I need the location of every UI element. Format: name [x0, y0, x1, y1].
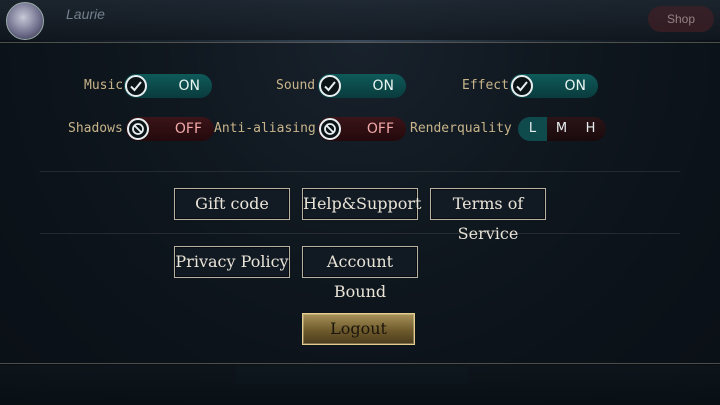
player-name: Laurie	[66, 6, 105, 22]
logout-button[interactable]: Logout	[302, 313, 415, 345]
gift-code-button[interactable]: Gift code	[174, 188, 290, 220]
privacy-policy-button[interactable]: Privacy Policy	[174, 246, 290, 278]
shadows-state: OFF	[174, 121, 202, 137]
effect-state: ON	[564, 78, 587, 94]
shop-button[interactable]: Shop	[648, 6, 714, 32]
divider	[40, 233, 680, 234]
check-icon	[125, 75, 147, 97]
top-bar	[0, 0, 720, 40]
music-state: ON	[178, 78, 201, 94]
quality-option-medium[interactable]: M	[547, 117, 576, 141]
quality-option-low[interactable]: L	[518, 117, 547, 141]
effect-label: Effect	[462, 78, 509, 93]
bottom-bar	[0, 365, 720, 405]
divider	[40, 171, 680, 172]
account-bound-button[interactable]: Account Bound	[302, 246, 418, 301]
render-quality-label: Renderquality	[410, 121, 512, 136]
effect-toggle[interactable]: ON	[510, 74, 598, 98]
prohibited-icon	[319, 118, 341, 140]
shadows-label: Shadows	[68, 121, 123, 136]
shadows-toggle[interactable]: OFF	[126, 117, 214, 141]
quality-option-high[interactable]: H	[576, 117, 605, 141]
terms-of-service-button[interactable]: Terms of Service	[430, 188, 546, 243]
music-label: Music	[84, 78, 124, 93]
help-support-button[interactable]: Help&Support	[302, 188, 421, 220]
anti-aliasing-state: OFF	[366, 121, 394, 137]
avatar	[6, 2, 44, 40]
anti-aliasing-toggle[interactable]: OFF	[318, 117, 406, 141]
render-quality-selector: L M H	[518, 117, 606, 141]
settings-panel: Music ON Sound ON Effect ON Shadows OFF …	[0, 42, 720, 364]
anti-aliasing-label: Anti-aliasing	[214, 121, 316, 136]
check-icon	[511, 75, 533, 97]
music-toggle[interactable]: ON	[124, 74, 212, 98]
sound-state: ON	[372, 78, 395, 94]
sound-label: Sound	[276, 78, 316, 93]
check-icon	[319, 75, 341, 97]
prohibited-icon	[127, 118, 149, 140]
sound-toggle[interactable]: ON	[318, 74, 406, 98]
